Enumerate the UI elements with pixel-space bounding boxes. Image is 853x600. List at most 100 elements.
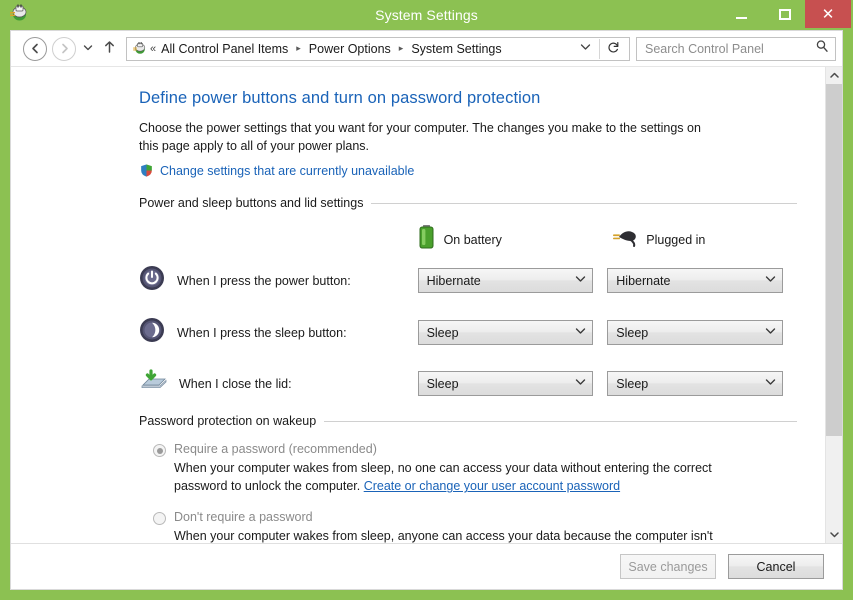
row-label-cell-power-button: When I press the power button:: [139, 265, 418, 296]
create-change-password-link[interactable]: Create or change your user account passw…: [364, 479, 620, 493]
save-changes-button[interactable]: Save changes: [620, 554, 716, 579]
chevron-down-icon: [765, 327, 776, 338]
breadcrumb-item-power-options[interactable]: Power Options: [308, 42, 392, 56]
table-header-row: On battery Plugged in: [139, 224, 797, 265]
radio-selected-dot: [156, 447, 163, 454]
dropdown-close-lid-on-battery[interactable]: Sleep: [417, 371, 594, 397]
row-label-cell-close-lid: When I close the lid:: [139, 369, 418, 398]
chevron-down-icon: [765, 275, 776, 286]
radio-description-dont-require-password: When your computer wakes from sleep, any…: [174, 528, 713, 543]
power-sleep-group-label: Power and sleep buttons and lid settings: [139, 196, 364, 211]
radio-description-require-password: When your computer wakes from sleep, no …: [174, 459, 724, 495]
chevron-down-icon: [829, 532, 839, 538]
breadcrumb-item-system-settings[interactable]: System Settings: [410, 42, 502, 56]
search-box[interactable]: [636, 36, 836, 61]
row-label-power-button: When I press the power button:: [177, 273, 351, 288]
back-button[interactable]: [23, 36, 47, 61]
chevron-down-icon: [575, 275, 586, 286]
recent-locations-button[interactable]: [80, 43, 96, 55]
combo-cell-power-plugged-in: Hibernate: [607, 265, 797, 296]
shield-icon: [139, 163, 154, 178]
combo-cell-sleep-on-battery: Sleep: [417, 317, 608, 348]
breadcrumb-overflow-chevrons[interactable]: «: [150, 43, 156, 55]
minimize-icon: [735, 16, 747, 19]
arrow-left-icon: [31, 43, 38, 54]
cancel-button[interactable]: Cancel: [728, 554, 824, 579]
battery-icon: [418, 224, 435, 255]
dropdown-close-lid-plugged-in[interactable]: Sleep: [607, 371, 783, 397]
password-group-label: Password protection on wakeup: [139, 414, 317, 429]
sleep-button-icon: [139, 317, 165, 348]
dropdown-value: Sleep: [616, 325, 649, 340]
header-spacer-cell: [139, 224, 418, 265]
chevron-down-icon[interactable]: [572, 43, 599, 54]
scrollbar-track[interactable]: [826, 84, 842, 526]
settings-content: Define power buttons and turn on passwor…: [11, 67, 825, 543]
arrow-right-icon: [61, 43, 68, 54]
chevron-down-icon: [765, 378, 776, 389]
group-divider: [324, 420, 797, 422]
power-sleep-group-header: Power and sleep buttons and lid settings: [139, 196, 797, 210]
header-on-battery-cell: On battery: [418, 224, 608, 265]
dropdown-power-button-plugged-in[interactable]: Hibernate: [607, 268, 783, 294]
maximize-icon: [779, 8, 791, 20]
chevron-up-icon: [829, 72, 839, 78]
vertical-scrollbar[interactable]: [825, 67, 842, 543]
dropdown-value: Sleep: [426, 376, 459, 391]
arrow-up-icon: [104, 41, 114, 53]
minimize-button[interactable]: [719, 0, 763, 28]
page-description: Choose the power settings that you want …: [139, 121, 701, 154]
power-button-icon: [139, 265, 165, 296]
uac-link-row[interactable]: Change settings that are currently unava…: [139, 163, 797, 178]
maximize-button[interactable]: [763, 0, 807, 28]
power-plug-icon: [607, 226, 637, 253]
radio-require-password[interactable]: [153, 444, 166, 458]
breadcrumb-separator[interactable]: ▸: [296, 43, 301, 54]
chevron-down-icon: [83, 44, 93, 50]
laptop-lid-icon: [139, 369, 167, 398]
password-option-dont-require: Don't require a password When your compu…: [139, 510, 797, 544]
scroll-down-button[interactable]: [826, 526, 842, 543]
table-row: When I press the power button: Hibernate: [139, 265, 797, 296]
system-settings-window: System Settings ✕ « All Control Panel It…: [0, 0, 853, 600]
header-on-battery-label: On battery: [443, 232, 502, 247]
search-icon[interactable]: [815, 39, 829, 58]
combo-cell-lid-plugged-in: Sleep: [607, 369, 797, 398]
combo-cell-lid-on-battery: Sleep: [417, 369, 608, 398]
client-area: « All Control Panel Items ▸ Power Option…: [10, 30, 843, 590]
scroll-up-button[interactable]: [826, 67, 842, 84]
content-wrapper: Define power buttons and turn on passwor…: [11, 67, 842, 543]
scrollbar-thumb[interactable]: [826, 84, 842, 436]
power-settings-table: On battery Plugged in When I press the p…: [139, 224, 797, 398]
row-spacer: [139, 348, 797, 369]
row-spacer: [139, 296, 797, 317]
radio-dont-require-password[interactable]: [153, 511, 166, 525]
search-input[interactable]: [645, 41, 815, 56]
power-plug-icon: [7, 3, 29, 25]
table-row: When I close the lid: Sleep Sleep: [139, 369, 797, 398]
table-row: When I press the sleep button: Sleep Sle…: [139, 317, 797, 348]
header-plugged-in-label: Plugged in: [646, 232, 706, 247]
password-option-require: Require a password (recommended) When yo…: [139, 442, 797, 495]
close-button[interactable]: ✕: [805, 0, 851, 28]
breadcrumb-separator[interactable]: ▸: [399, 43, 404, 54]
forward-button[interactable]: [52, 36, 76, 61]
row-label-close-lid: When I close the lid:: [179, 376, 292, 391]
footer-bar: Save changes Cancel: [11, 543, 842, 589]
change-unavailable-settings-link[interactable]: Change settings that are currently unava…: [160, 164, 414, 178]
dropdown-sleep-button-on-battery[interactable]: Sleep: [417, 320, 594, 346]
password-group-header: Password protection on wakeup: [139, 414, 797, 428]
row-label-sleep-button: When I press the sleep button:: [177, 325, 347, 340]
power-plug-icon: [131, 41, 147, 57]
radio-row-require-password[interactable]: Require a password (recommended): [153, 442, 797, 458]
refresh-icon[interactable]: [600, 41, 627, 57]
row-label-cell-sleep-button: When I press the sleep button:: [139, 317, 418, 348]
dropdown-sleep-button-plugged-in[interactable]: Sleep: [607, 320, 783, 346]
dropdown-value: Sleep: [426, 325, 459, 340]
up-level-button[interactable]: [100, 40, 118, 57]
dropdown-power-button-on-battery[interactable]: Hibernate: [417, 268, 594, 294]
breadcrumb-item-all-control-panel-items[interactable]: All Control Panel Items: [160, 42, 289, 56]
radio-row-dont-require-password[interactable]: Don't require a password: [153, 510, 797, 525]
address-bar: « All Control Panel Items ▸ Power Option…: [11, 31, 842, 67]
breadcrumb[interactable]: « All Control Panel Items ▸ Power Option…: [126, 36, 630, 61]
